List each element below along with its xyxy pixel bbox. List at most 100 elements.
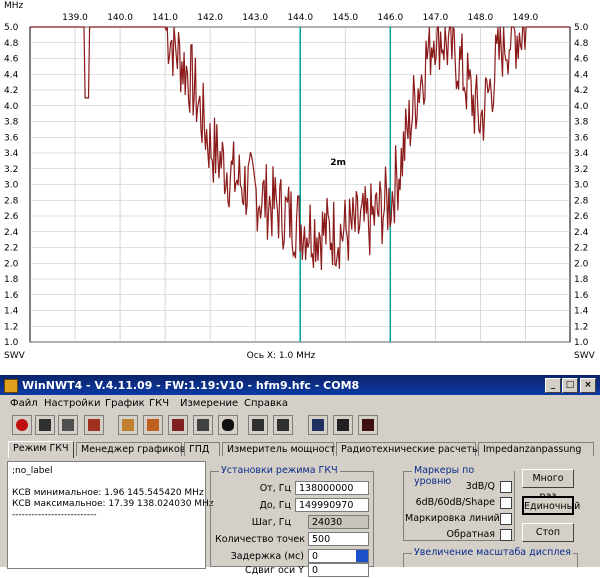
x-tick-label: 147.0	[422, 13, 448, 23]
x-tick-label: 139.0	[62, 13, 88, 23]
opt-3db-label: 3dB/Q	[465, 481, 495, 492]
tab-power-meter[interactable]: Измеритель мощности	[222, 442, 341, 456]
probe2-button[interactable]	[308, 415, 328, 435]
window-title: WinNWT4 - V.4.11.09 - FW:1.19:V10 - hfm9…	[22, 379, 360, 392]
calibrate2-icon	[277, 419, 289, 431]
opt-lines-checkbox[interactable]	[500, 513, 512, 525]
power-button[interactable]	[12, 415, 32, 435]
y-tick-right: 1.0	[574, 338, 589, 348]
y-tick-left: 3.4	[4, 149, 19, 159]
minimize-button[interactable]: _	[545, 378, 561, 393]
maximize-button[interactable]: □	[562, 378, 578, 393]
to-label: До, Гц	[259, 500, 291, 511]
x-tick-label: 145.0	[332, 13, 358, 23]
probe-button[interactable]	[193, 415, 213, 435]
graph-button[interactable]	[118, 415, 138, 435]
x-axis-label: Ось X: 1.0 MHz	[247, 351, 316, 361]
stop-icon	[362, 419, 374, 431]
tab-rf-calc[interactable]: Радиотехнические расчеты	[336, 442, 480, 456]
calibrate-button[interactable]	[248, 415, 268, 435]
tools2-button[interactable]	[168, 415, 188, 435]
save-icon	[337, 419, 349, 431]
tab-generator[interactable]: ГПД	[184, 442, 220, 456]
y-tick-right: 4.8	[574, 39, 589, 49]
from-label: От, Гц	[259, 483, 291, 494]
tool-button[interactable]	[58, 415, 78, 435]
y-tick-left: 2.0	[4, 259, 19, 269]
from-field[interactable]: 138000000	[295, 481, 369, 495]
save-button[interactable]	[333, 415, 353, 435]
y-tick-left: 1.2	[4, 322, 18, 332]
y-tick-right: 2.6	[574, 212, 589, 222]
opt-6db-checkbox[interactable]	[500, 497, 512, 509]
tab-impedance[interactable]: Impedanzanpassung	[478, 442, 594, 456]
y-tick-right: 3.4	[574, 149, 589, 159]
single-sweep-button[interactable]: Единочный	[522, 496, 580, 515]
y-tick-right: 1.2	[574, 322, 588, 332]
sweep-icon	[39, 419, 51, 431]
to-field[interactable]: 149990970	[295, 498, 369, 512]
y-tick-left: 1.6	[4, 291, 19, 301]
y-tick-left: 2.8	[4, 196, 19, 206]
y-tick-left: 3.2	[4, 165, 18, 175]
chevron-down-icon[interactable]	[356, 550, 368, 562]
results-memo[interactable]: ;no_label КСВ минимальное: 1.96 145.5454…	[7, 461, 214, 569]
x-tick-label: 149.0	[513, 13, 539, 23]
chart-icon	[88, 419, 100, 431]
y-tick-left: 2.6	[4, 212, 19, 222]
y-tick-right: 1.8	[574, 275, 589, 285]
y-tick-right: 2.0	[574, 259, 589, 269]
stop-button[interactable]	[358, 415, 378, 435]
opt-reverse-label: Обратная	[446, 529, 495, 540]
tab-graph-manager[interactable]: Менеджер графиков	[76, 442, 185, 456]
menu-file[interactable]: Файл	[10, 398, 38, 409]
y-unit-left: SWV	[4, 351, 26, 361]
calibrate2-button[interactable]	[273, 415, 293, 435]
zoom-group: Увеличение масштаба дисплея	[403, 547, 578, 567]
title-bar: WinNWT4 - V.4.11.09 - FW:1.19:V10 - hfm9…	[0, 375, 600, 395]
power-icon	[16, 419, 28, 431]
opt-3db-checkbox[interactable]	[500, 481, 512, 493]
tab-bar: Режим ГКЧ Менеджер графиков ГПД Измерите…	[0, 441, 600, 458]
probe2-icon	[312, 419, 324, 431]
x-tick-label: 143.0	[242, 13, 268, 23]
chart-button[interactable]	[84, 415, 104, 435]
y-tick-left: 5.0	[4, 23, 19, 33]
points-field[interactable]: 500	[308, 532, 369, 546]
menu-graph[interactable]: График	[105, 398, 145, 409]
toolbar	[0, 413, 600, 437]
menu-help[interactable]: Справка	[244, 398, 288, 409]
y-tick-left: 3.0	[4, 181, 19, 191]
sweep-button[interactable]	[35, 415, 55, 435]
y-tick-right: 4.6	[574, 55, 589, 65]
multi-sweep-button[interactable]: Много раз	[522, 469, 574, 502]
x-unit-label: MHz	[4, 1, 24, 11]
y-tick-left: 4.2	[4, 86, 18, 96]
shift-field[interactable]: 0	[308, 563, 369, 577]
stop-sweep-button[interactable]: Стоп	[522, 523, 574, 542]
opt-reverse-checkbox[interactable]	[500, 529, 512, 541]
y-tick-right: 2.8	[574, 196, 589, 206]
step-label: Шаг, Гц	[251, 517, 291, 528]
menu-sweep[interactable]: ГКЧ	[149, 398, 169, 409]
app-icon	[4, 379, 18, 393]
app-window: WinNWT4 - V.4.11.09 - FW:1.19:V10 - hfm9…	[0, 375, 600, 577]
y-tick-right: 3.8	[574, 118, 589, 128]
menu-settings[interactable]: Настройки	[44, 398, 100, 409]
y-tick-right: 3.0	[574, 181, 589, 191]
y-tick-left: 4.8	[4, 39, 19, 49]
sweep-plot: 2m 5.0 5.0 4.8 4.8 4.6 4.6 4.4 4.4 4.2 4.2 4.0 4.0 3…	[0, 0, 600, 370]
delay-select[interactable]: 0	[308, 549, 369, 563]
close-button[interactable]: ×	[580, 378, 596, 393]
menu-measure[interactable]: Измерение	[180, 398, 238, 409]
tab-sweep-mode[interactable]: Режим ГКЧ	[8, 441, 74, 458]
x-tick-label: 148.0	[467, 13, 493, 23]
memo-line: --------------------------	[12, 510, 97, 520]
penguin-button[interactable]	[218, 415, 238, 435]
bug-button[interactable]	[143, 415, 163, 435]
y-tick-left: 1.0	[4, 338, 19, 348]
graph-icon	[122, 419, 134, 431]
delay-value: 0	[312, 551, 319, 562]
y-tick-left: 2.4	[4, 228, 19, 238]
y-tick-left: 4.4	[4, 70, 19, 80]
